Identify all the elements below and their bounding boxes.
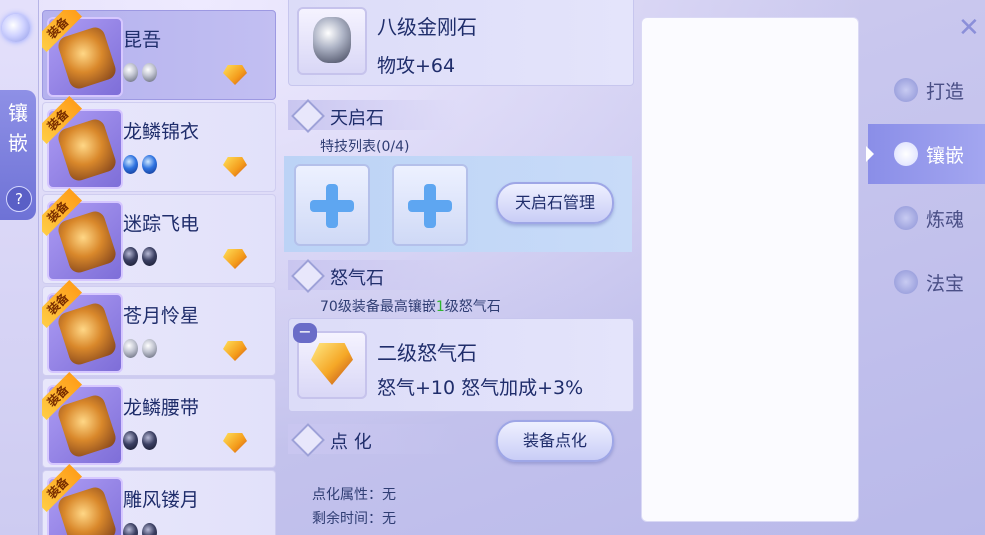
nav-item-inlay[interactable]: 镶嵌 (866, 124, 985, 184)
section-tianqi: 天启石 (288, 99, 460, 133)
dark-gem-icon (142, 523, 157, 535)
nav-item-soul[interactable]: 炼魂 (868, 188, 985, 248)
diamond-bullet-icon (291, 99, 325, 133)
gem-stat: 物攻+64 (377, 55, 456, 77)
fury-note-suffix: 级怒气石 (444, 299, 501, 315)
section-title: 天启石 (330, 108, 384, 129)
silver-gem-icon (123, 63, 138, 82)
tab-inlay-label: 镶嵌 (8, 101, 28, 155)
fury-note-level: 1 (435, 299, 445, 315)
equipment-name: 迷踪飞电 (123, 213, 200, 235)
help-button[interactable]: ? (6, 186, 32, 212)
add-slot-button[interactable] (294, 164, 370, 246)
info-panel (641, 17, 859, 522)
gem-name: 二级怒气石 (377, 341, 477, 365)
fury-stone-icon (223, 433, 247, 453)
nav-item-label: 法宝 (926, 273, 965, 295)
equipment-name: 苍月怜星 (123, 305, 200, 327)
dark-gem-icon (123, 431, 138, 450)
boots-art-icon (55, 208, 119, 276)
section-title: 怒气石 (330, 268, 384, 289)
accessory-art-icon (55, 300, 119, 368)
equipment-name: 龙鳞腰带 (123, 397, 200, 419)
fury-stone-icon (223, 341, 247, 361)
tianqi-manage-button[interactable]: 天启石管理 (496, 182, 614, 224)
silver-gem-icon (123, 339, 138, 358)
gem-slots (123, 339, 161, 362)
dark-gem-icon (142, 431, 157, 450)
diamond-gem-icon (313, 17, 351, 63)
blue-gem-icon (142, 155, 157, 174)
section-fury: 怒气石 (288, 259, 460, 293)
gem-icon (894, 142, 918, 166)
right-nav: ✕ 打造 镶嵌 炼魂 法宝 (866, 0, 985, 535)
gem-name: 八级金刚石 (377, 15, 477, 39)
dianhua-attr: 点化属性：无 (312, 487, 396, 503)
dark-gem-icon (123, 523, 138, 535)
diamond-bullet-icon (291, 259, 325, 293)
gem-thumb[interactable] (297, 7, 367, 75)
belt-art-icon (55, 392, 119, 460)
close-icon[interactable]: ✕ (958, 14, 985, 42)
equipment-item[interactable]: 装备 雕风镂月 (42, 463, 276, 535)
weapon-art-icon (55, 24, 119, 92)
gem-slots (123, 63, 161, 86)
fury-note-prefix: 70级装备最高镶嵌 (320, 299, 436, 315)
silver-gem-icon (142, 339, 157, 358)
fury-stone-icon (223, 249, 247, 269)
soul-icon (894, 206, 918, 230)
left-tab-strip: 镶嵌 ? (0, 0, 39, 535)
plus-icon-vertical (424, 184, 436, 228)
plus-icon-vertical (326, 184, 338, 228)
blue-gem-icon (123, 155, 138, 174)
fury-stone-icon (311, 343, 353, 385)
nav-item-label: 打造 (926, 81, 965, 103)
nav-item-label: 炼魂 (926, 209, 965, 231)
equipment-item[interactable]: 装备 龙鳞腰带 (42, 371, 276, 468)
gem-slots (123, 155, 161, 178)
active-arrow-icon (866, 146, 874, 162)
equipment-item[interactable]: 装备 龙鳞锦衣 (42, 95, 276, 192)
nav-item-label: 镶嵌 (926, 145, 965, 167)
inlaid-gem-card[interactable]: 八级金刚石 物攻+64 (288, 0, 634, 86)
skill-list-label: 特技列表(0/4) (320, 139, 410, 155)
equipment-name: 昆吾 (123, 29, 162, 51)
fury-gem-card[interactable]: − 二级怒气石 怒气+10 怒气加成+3% (288, 318, 634, 412)
nav-item-forge[interactable]: 打造 (868, 60, 985, 120)
nav-item-treasure[interactable]: 法宝 (868, 252, 985, 312)
silver-gem-icon (142, 63, 157, 82)
equip-dianhua-button[interactable]: 装备点化 (496, 420, 614, 462)
diamond-bullet-icon (291, 423, 325, 457)
equipment-item[interactable]: 装备 迷踪飞电 (42, 187, 276, 284)
fury-stone-icon (223, 157, 247, 177)
orb-icon (2, 14, 30, 42)
dianhua-time: 剩余时间：无 (312, 511, 396, 527)
gem-slots (123, 431, 161, 454)
add-slot-button[interactable] (392, 164, 468, 246)
equipment-list[interactable]: 装备 昆吾 装备 龙鳞锦衣 装备 迷踪飞电 装备 苍月怜星 装备 龙鳞腰带 装备… (42, 10, 276, 535)
armor-art-icon (55, 116, 119, 184)
gem-stat: 怒气+10 怒气加成+3% (377, 377, 584, 399)
fury-note: 70级装备最高镶嵌1级怒气石 (320, 296, 501, 316)
treasure-icon (894, 270, 918, 294)
section-dianhua: 点 化 (288, 423, 460, 457)
section-title: 点 化 (330, 432, 372, 453)
equipment-name: 雕风镂月 (123, 489, 200, 511)
tianqi-slot-area: 天启石管理 (284, 156, 632, 252)
fury-stone-icon (223, 65, 247, 85)
dark-gem-icon (142, 247, 157, 266)
dark-gem-icon (123, 247, 138, 266)
equipment-item[interactable]: 装备 昆吾 (42, 10, 276, 100)
gem-slots (123, 247, 161, 270)
equipment-name: 龙鳞锦衣 (123, 121, 200, 143)
equipment-item[interactable]: 装备 苍月怜星 (42, 279, 276, 376)
gem-slots (123, 523, 161, 535)
detail-panel[interactable]: 八级金刚石 物攻+64 天启石 特技列表(0/4) 天启石管理 怒气石 70级装… (284, 0, 634, 535)
forge-icon (894, 78, 918, 102)
remove-gem-button[interactable]: − (293, 323, 317, 343)
